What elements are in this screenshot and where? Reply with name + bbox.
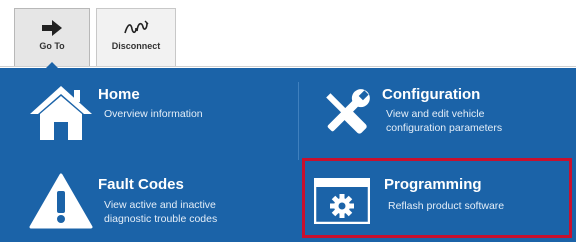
disconnect-label: Disconnect xyxy=(111,41,161,51)
wrench-screwdriver-icon xyxy=(326,89,370,134)
home-icon xyxy=(30,86,92,140)
arrow-right-icon xyxy=(42,20,62,36)
fault-codes-title: Fault Codes xyxy=(98,176,184,193)
menu-divider xyxy=(298,82,299,160)
disconnect-button[interactable]: Disconnect xyxy=(96,8,176,66)
configuration-description-line2: configuration parameters xyxy=(386,122,503,134)
goto-button[interactable]: Go To xyxy=(14,8,90,66)
home-title: Home xyxy=(98,86,140,103)
disconnect-icon xyxy=(124,20,149,34)
menu-item-configuration[interactable]: Configuration View and edit vehicle conf… xyxy=(310,82,570,146)
menu-item-fault-codes[interactable]: Fault Codes View active and inactive dia… xyxy=(24,170,284,234)
fault-codes-description-line1: View active and inactive xyxy=(104,199,216,211)
programming-highlight-box xyxy=(302,158,572,238)
home-description: Overview information xyxy=(104,108,203,120)
fault-codes-description-line2: diagnostic trouble codes xyxy=(104,213,218,225)
menu-item-home[interactable]: Home Overview information xyxy=(24,82,284,146)
configuration-title: Configuration xyxy=(382,86,481,103)
goto-label: Go To xyxy=(39,41,65,51)
configuration-description-line1: View and edit vehicle xyxy=(386,108,485,120)
warning-icon xyxy=(29,173,93,229)
toolbar: Go To Disconnect xyxy=(0,0,576,67)
